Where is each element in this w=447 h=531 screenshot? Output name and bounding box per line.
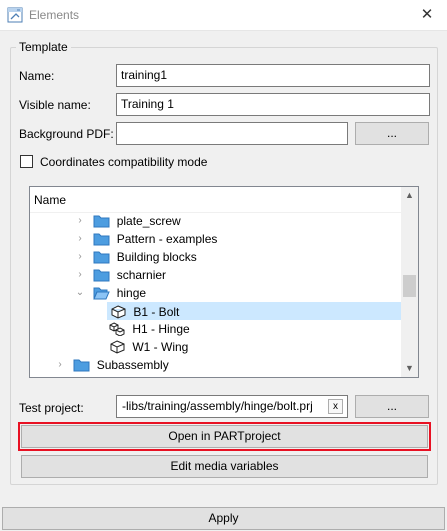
folder-icon xyxy=(73,359,90,372)
folder-icon xyxy=(93,251,110,264)
clear-field-button[interactable]: x xyxy=(328,399,343,414)
scrollbar-thumb[interactable] xyxy=(403,275,416,297)
folder-open-icon xyxy=(93,287,111,300)
collapse-arrow-icon[interactable]: ⌄ xyxy=(74,284,86,302)
tree-item-label: H1 - Hinge xyxy=(132,322,190,336)
tree-vertical-scrollbar[interactable]: ▲ ▼ xyxy=(401,187,418,377)
background-pdf-label: Background PDF: xyxy=(19,127,114,141)
folder-icon xyxy=(93,215,110,228)
test-project-path: -libs/training/assembly/hinge/bolt.prj xyxy=(122,399,313,413)
template-group-title: Template xyxy=(16,40,71,54)
test-project-field[interactable]: -libs/training/assembly/hinge/bolt.prj x xyxy=(116,395,348,418)
tree-item[interactable]: › scharnier xyxy=(74,266,166,284)
tree-item-label: hinge xyxy=(116,286,147,300)
expand-arrow-icon[interactable]: › xyxy=(74,230,86,248)
expand-arrow-icon[interactable]: › xyxy=(74,266,86,284)
open-in-partproject-button[interactable]: Open in PARTproject xyxy=(18,422,431,451)
visible-name-label: Visible name: xyxy=(19,98,91,112)
tree-item-label: scharnier xyxy=(116,268,167,282)
tree-item-label: Pattern - examples xyxy=(116,232,218,246)
tree-item[interactable]: › plate_screw xyxy=(74,212,181,230)
coordinates-compatibility-label: Coordinates compatibility mode xyxy=(40,155,208,169)
apply-button[interactable]: Apply xyxy=(2,507,445,530)
tree-item[interactable]: W1 - Wing xyxy=(107,338,188,356)
test-project-browse-button[interactable]: ... xyxy=(355,395,429,418)
name-field[interactable]: training1 xyxy=(116,64,430,87)
expand-arrow-icon[interactable]: › xyxy=(74,212,86,230)
edit-media-variables-button[interactable]: Edit media variables xyxy=(21,455,428,478)
tree-item-label: W1 - Wing xyxy=(132,340,189,354)
part-cube-icon xyxy=(110,340,125,354)
tree-item[interactable]: H1 - Hinge xyxy=(107,320,190,338)
title-bar: Elements ✕ xyxy=(0,0,447,31)
tree-item-label: Building blocks xyxy=(116,250,197,264)
test-project-label: Test project: xyxy=(19,401,84,415)
tree-item-label: B1 - Bolt xyxy=(133,305,180,319)
expand-arrow-icon[interactable]: › xyxy=(74,248,86,266)
close-button[interactable]: ✕ xyxy=(417,5,437,25)
background-pdf-field[interactable] xyxy=(116,122,348,145)
background-pdf-browse-button[interactable]: ... xyxy=(355,122,429,145)
part-cube-icon xyxy=(111,305,126,319)
window-app-icon xyxy=(7,7,23,23)
expand-arrow-icon[interactable]: › xyxy=(54,356,66,374)
tree-item[interactable]: › Building blocks xyxy=(74,248,197,266)
name-label: Name: xyxy=(19,69,55,83)
window-title: Elements xyxy=(29,8,80,22)
tree-item-label: plate_screw xyxy=(116,214,181,228)
folder-icon xyxy=(93,269,110,282)
tree-item[interactable]: ⌄ hinge xyxy=(74,284,146,302)
assembly-cube-icon xyxy=(109,322,125,336)
folder-icon xyxy=(93,233,110,246)
tree-item[interactable]: › Subassembly xyxy=(54,356,169,374)
scroll-down-icon[interactable]: ▼ xyxy=(401,360,418,377)
visible-name-field[interactable]: Training 1 xyxy=(116,93,430,116)
tree-column-header[interactable]: Name xyxy=(30,187,402,213)
coordinates-compatibility-checkbox[interactable] xyxy=(20,155,33,168)
tree-item[interactable]: › Pattern - examples xyxy=(74,230,217,248)
tree-item-selected[interactable]: B1 - Bolt xyxy=(107,302,403,320)
element-tree[interactable]: Name › plate_screw › Pattern - examples … xyxy=(29,186,419,378)
tree-item-label: Subassembly xyxy=(96,358,169,372)
scroll-up-icon[interactable]: ▲ xyxy=(401,187,418,204)
